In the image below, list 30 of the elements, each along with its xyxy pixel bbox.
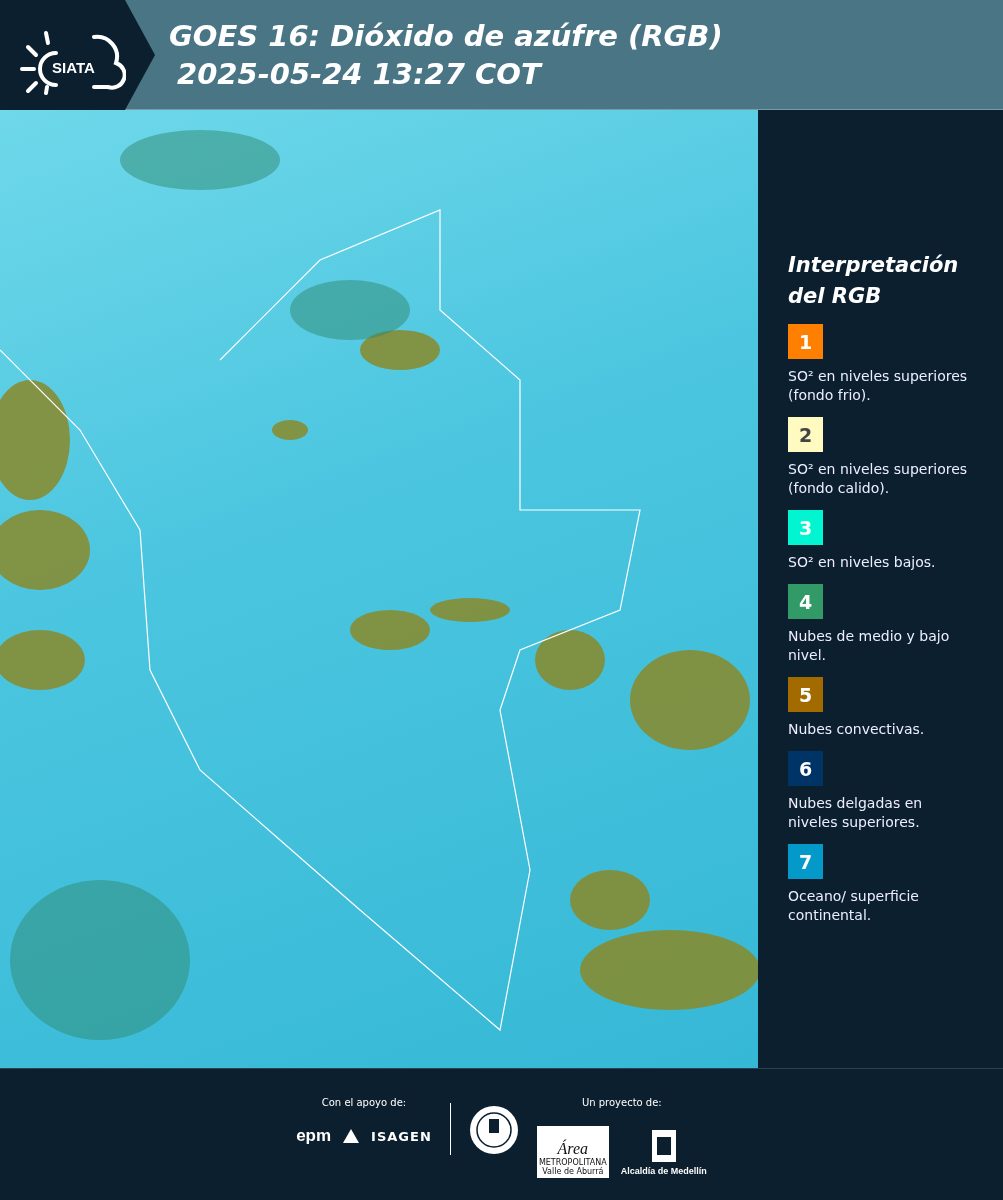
coat-of-arms-icon bbox=[650, 1128, 677, 1163]
page-title: GOES 16: Dióxido de azúfre (RGB) bbox=[169, 17, 723, 55]
alcaldia-logo-text: Alcaldía de Medellín bbox=[620, 1165, 707, 1176]
legend-swatch: 5 bbox=[788, 677, 823, 712]
legend-description: SO² en niveles superiores (fondo frio). bbox=[788, 367, 969, 405]
logo-text: METROPOLITANA bbox=[538, 1158, 607, 1167]
isagen-logo: ISAGEN bbox=[371, 1128, 432, 1144]
triangle-logo-icon bbox=[343, 1129, 360, 1143]
legend-swatch: 4 bbox=[788, 584, 823, 619]
legend-description: SO² en niveles bajos. bbox=[788, 553, 937, 572]
logo-text: Área bbox=[557, 1140, 589, 1158]
legend-title: Interpretación bbox=[788, 252, 960, 279]
legend-title: del RGB bbox=[788, 283, 883, 310]
timestamp: 2025-05-24 13:27 COT bbox=[176, 55, 544, 93]
project-label: Un proyecto de: bbox=[581, 1097, 662, 1108]
logo-text: Valle de Aburrá bbox=[542, 1167, 604, 1176]
seal-icon bbox=[468, 1105, 519, 1155]
legend-description: SO² en niveles superiores (fondo calido). bbox=[788, 460, 969, 498]
legend-swatch: 2 bbox=[788, 417, 823, 452]
legend-swatch: 1 bbox=[788, 324, 823, 359]
logo-text: SIATA bbox=[52, 59, 95, 76]
legend-swatch: 7 bbox=[788, 844, 823, 879]
legend-swatch: 6 bbox=[788, 751, 823, 786]
legend-description: Nubes convectivas. bbox=[788, 720, 926, 739]
epm-logo: epm bbox=[296, 1126, 332, 1146]
legend-description: Nubes delgadas en niveles superiores. bbox=[788, 794, 924, 832]
legend-description: Nubes de medio y bajo nivel. bbox=[788, 627, 951, 665]
legend-swatch: 3 bbox=[788, 510, 823, 545]
legend-description: Oceano/ superficie continental. bbox=[788, 887, 920, 925]
support-label: Con el apoyo de: bbox=[321, 1097, 407, 1108]
